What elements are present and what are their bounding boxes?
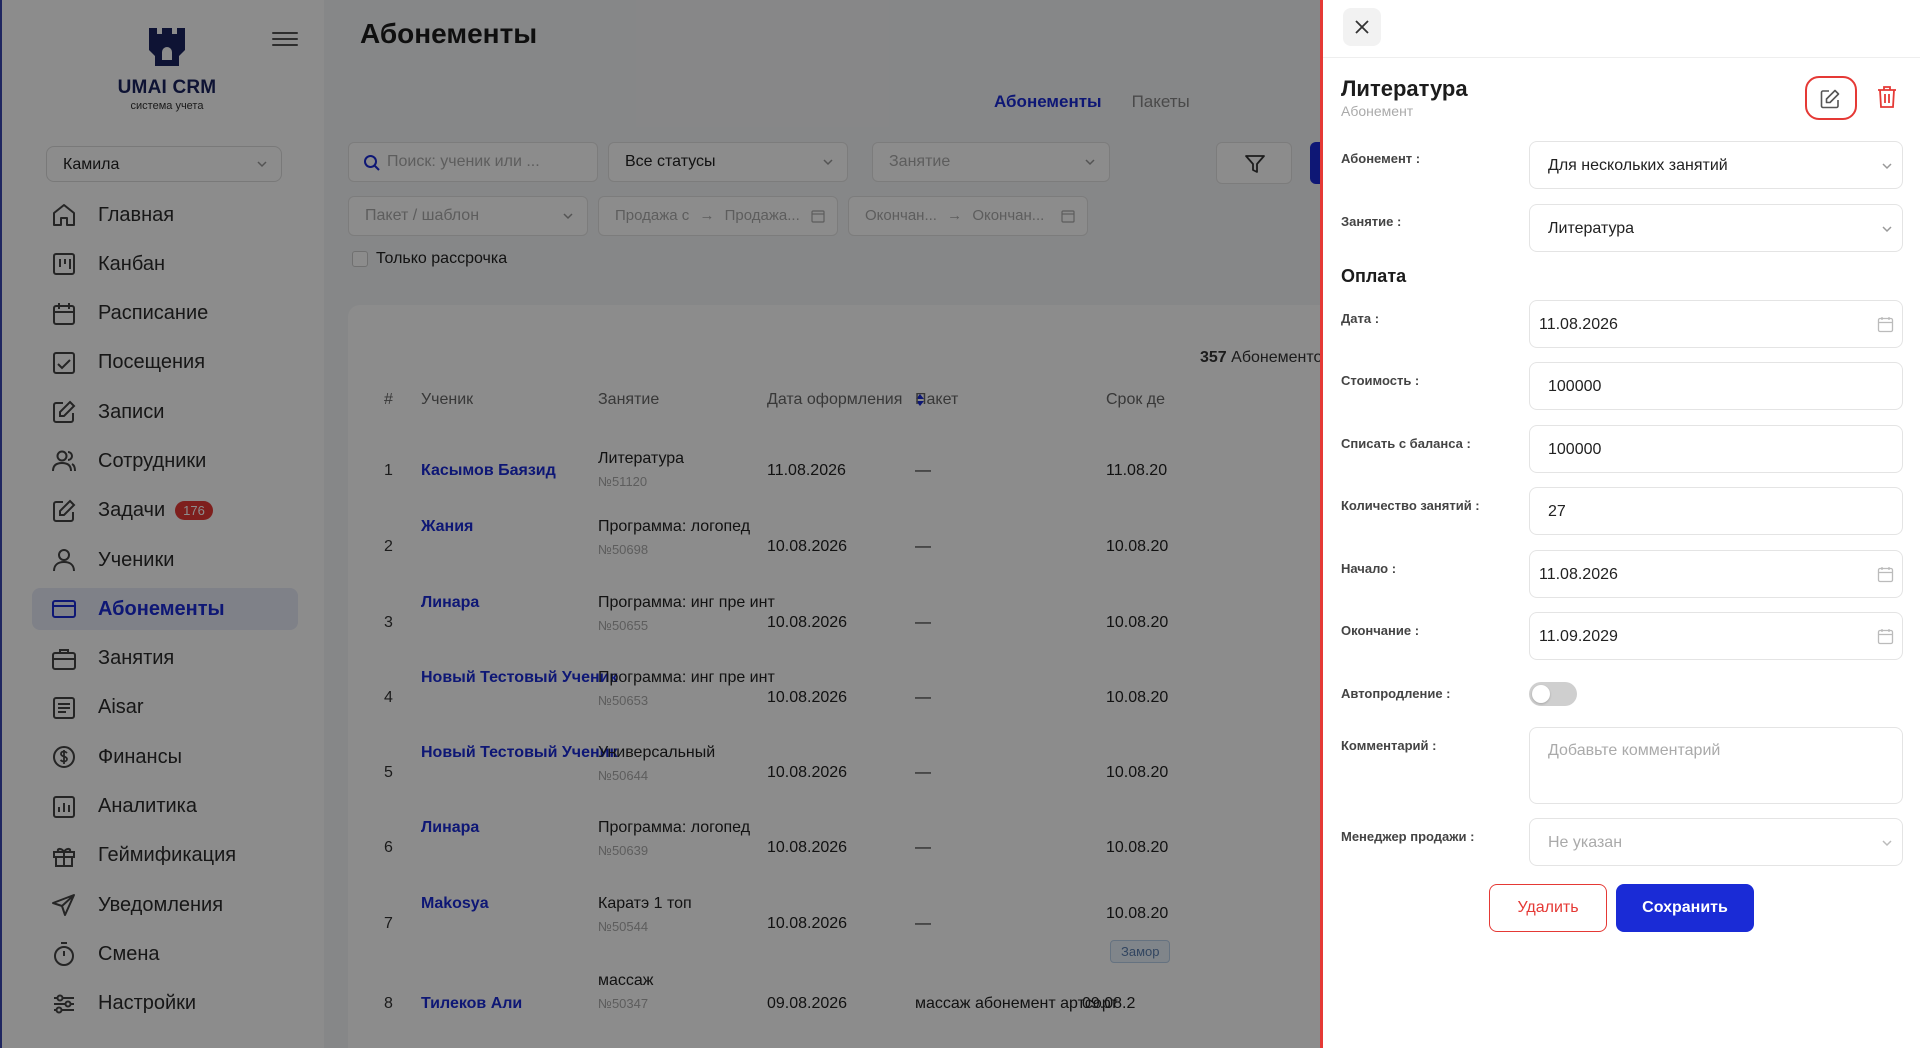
comment-label: Комментарий : xyxy=(1341,738,1437,753)
close-icon xyxy=(1355,20,1369,34)
autorenew-label: Автопродление : xyxy=(1341,686,1451,701)
trash-icon[interactable] xyxy=(1874,84,1900,110)
date-label: Дата : xyxy=(1341,311,1380,326)
drawer-title: Литература xyxy=(1341,76,1468,101)
balance-input[interactable]: 100000 xyxy=(1529,425,1903,473)
drawer-subtitle: Абонемент xyxy=(1341,103,1414,119)
close-button[interactable] xyxy=(1343,8,1381,46)
save-button[interactable]: Сохранить xyxy=(1616,884,1754,932)
start-value: 11.08.2026 xyxy=(1539,566,1618,583)
modal-backdrop[interactable] xyxy=(0,0,1322,1048)
divider xyxy=(1323,57,1920,58)
calendar-icon xyxy=(1877,317,1894,333)
end-value: 11.09.2029 xyxy=(1539,628,1618,645)
manager-placeholder: Не указан xyxy=(1548,834,1623,851)
chevron-down-icon xyxy=(1882,226,1892,233)
calendar-icon xyxy=(1877,567,1894,583)
comment-textarea[interactable]: Добавьте комментарий xyxy=(1529,727,1903,804)
manager-select[interactable]: Не указан xyxy=(1529,818,1903,866)
cost-label: Стоимость : xyxy=(1341,373,1420,388)
lesson-label: Занятие : xyxy=(1341,214,1402,229)
chevron-down-icon xyxy=(1882,163,1892,170)
delete-button[interactable]: Удалить xyxy=(1489,884,1607,932)
payment-section-title: Оплата xyxy=(1341,266,1407,286)
subscription-drawer: Литература Абонемент Абонемент : Для нес… xyxy=(1320,0,1920,1048)
start-date-field[interactable]: 11.08.2026 xyxy=(1529,550,1903,598)
cost-input[interactable]: 100000 xyxy=(1529,362,1903,410)
end-date-field[interactable]: 11.09.2029 xyxy=(1529,612,1903,660)
lesson-select[interactable]: Литература xyxy=(1529,204,1903,252)
date-value: 11.08.2026 xyxy=(1539,316,1618,333)
subscription-label: Абонемент : xyxy=(1341,151,1421,166)
subscription-select[interactable]: Для нескольких занятий xyxy=(1529,141,1903,189)
lessons-count-label: Количество занятий : xyxy=(1341,498,1480,513)
lesson-value: Литература xyxy=(1548,220,1635,237)
manager-label: Менеджер продажи : xyxy=(1341,829,1475,844)
date-field[interactable]: 11.08.2026 xyxy=(1529,300,1903,348)
edit-icon xyxy=(1820,89,1840,109)
balance-label: Списать с баланса : xyxy=(1341,436,1471,451)
subscription-value: Для нескольких занятий xyxy=(1548,157,1728,174)
calendar-icon xyxy=(1877,629,1894,645)
lessons-count-input[interactable]: 27 xyxy=(1529,487,1903,535)
end-label: Окончание : xyxy=(1341,623,1420,638)
chevron-down-icon xyxy=(1882,840,1892,847)
autorenew-toggle[interactable] xyxy=(1529,682,1577,706)
start-label: Начало : xyxy=(1341,561,1397,576)
edit-button[interactable] xyxy=(1805,76,1857,120)
